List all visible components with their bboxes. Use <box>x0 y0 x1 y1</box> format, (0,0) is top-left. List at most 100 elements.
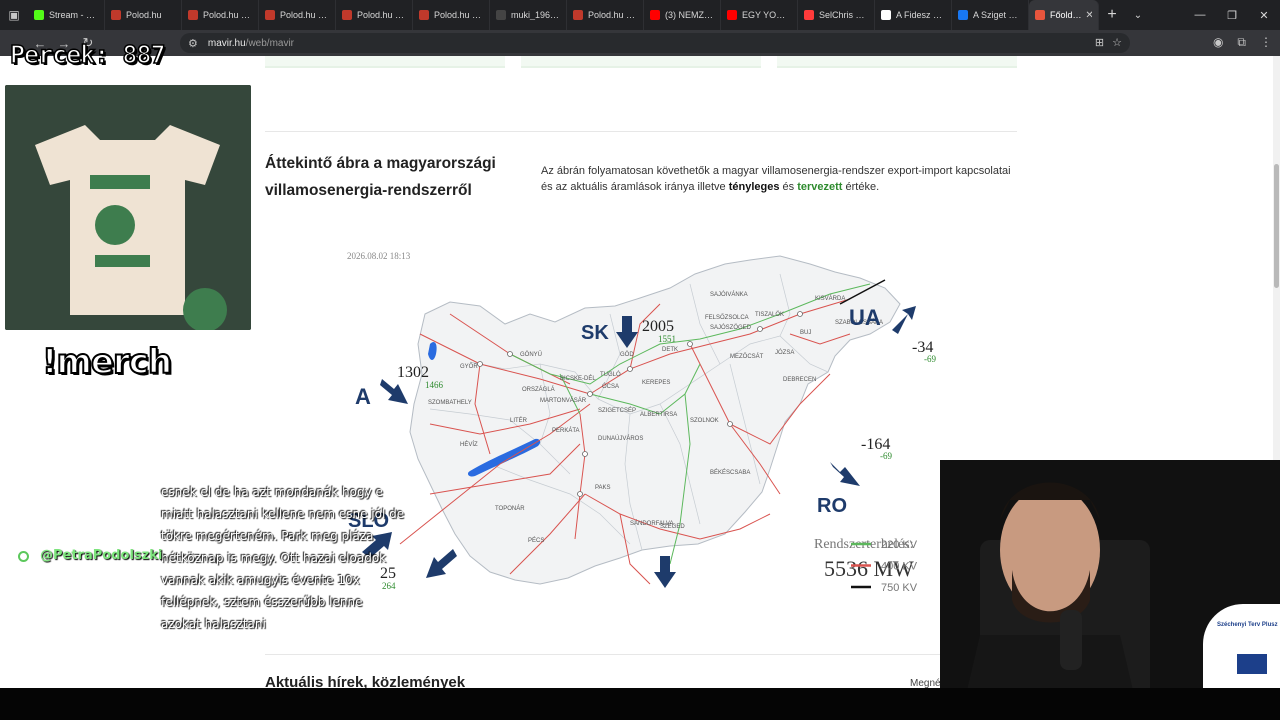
border-code-ua: UA <box>849 305 881 330</box>
tab-favicon-icon <box>342 10 352 20</box>
city-label: SZEGED <box>660 524 685 530</box>
description-actual: tényleges <box>728 181 780 193</box>
flow-actual-a: 1302 <box>397 364 429 381</box>
tab-favicon-icon <box>419 10 429 20</box>
flow-planned-sk: 1551 <box>658 334 676 344</box>
arrow-hr-icon <box>426 549 457 578</box>
city-label: GÖD <box>620 351 634 358</box>
city-label: DETK <box>662 347 678 353</box>
new-tab-icon[interactable]: + <box>1099 6 1125 24</box>
city-label: BUJ <box>800 330 811 336</box>
window-controls: — ❐ ✕ <box>1184 9 1280 22</box>
tab-label: A Fidesz képv <box>896 10 945 20</box>
eu-flag-icon <box>1237 654 1267 674</box>
tab-search-icon[interactable]: ▣ <box>0 0 28 30</box>
legend-label: 400 KV <box>881 561 918 573</box>
city-label: ORSZÁGLÁ <box>522 386 555 393</box>
tab-item[interactable]: EGY YOUTUB <box>721 0 798 30</box>
browser-tab-bar: ▣ Stream - Kick Polod.hu Polod.hu - SE Polo… <box>0 0 1280 30</box>
chat-badge-icon <box>18 551 29 562</box>
city-label: TOPONÁR <box>495 505 525 512</box>
logo-text: Széchenyi Terv Plusz <box>1217 622 1278 628</box>
description-planned: tervezett <box>797 181 843 193</box>
tab-label: muki_1969_3476 <box>511 10 560 20</box>
bottom-bar <box>0 688 1280 720</box>
tab-label: Polod.hu - M <box>434 10 483 20</box>
minimize-icon[interactable]: — <box>1184 9 1216 22</box>
divider <box>265 654 1017 655</box>
profile-icon[interactable]: ◉ <box>1213 35 1223 50</box>
divider <box>265 131 1017 132</box>
install-app-icon[interactable]: ⊞ <box>1095 36 1104 49</box>
bookmark-star-icon[interactable]: ☆ <box>1112 36 1122 49</box>
tab-label: Főoldal - M <box>1050 10 1086 20</box>
city-label: TUGLÓ <box>600 371 621 378</box>
tab-favicon-icon <box>111 10 121 20</box>
tab-label: Polod.hu - SE <box>203 10 252 20</box>
city-label: ALBERTIRSA <box>640 412 677 418</box>
screen: ▣ Stream - Kick Polod.hu Polod.hu - SE Polo… <box>0 0 1280 720</box>
flow-planned-ro: -69 <box>880 451 892 461</box>
tab-label: A Sziget nem <box>973 10 1022 20</box>
minutes-counter: Percek: 887 <box>9 39 166 70</box>
tab-item[interactable]: Stream - Kick <box>28 0 105 30</box>
restore-icon[interactable]: ❐ <box>1216 9 1248 22</box>
url-domain: mavir.hu <box>207 37 246 49</box>
tab-dropdown-icon[interactable]: ⌄ <box>1125 10 1151 21</box>
city-label: GYŐR <box>460 363 478 370</box>
description-and: és <box>779 181 798 193</box>
tab-favicon-icon <box>265 10 275 20</box>
extensions-icon[interactable]: ⧉ <box>1237 35 1246 50</box>
tab-item[interactable]: muki_1969_3476 <box>490 0 567 30</box>
tab-close-icon[interactable]: ✕ <box>1085 10 1092 21</box>
chat-username: @PetraPodolszki <box>40 548 163 563</box>
tab-label: Polod.hu <box>126 10 162 20</box>
tab-item[interactable]: A Fidesz képv <box>875 0 952 30</box>
szechenyi-logo: Széchenyi Terv Plusz <box>1203 604 1280 688</box>
city-label: PERKÁTA <box>552 427 580 434</box>
tab-item[interactable]: Polod.hu - M <box>259 0 336 30</box>
close-window-icon[interactable]: ✕ <box>1248 9 1280 22</box>
tab-item[interactable]: (3) NEMZHETI <box>644 0 721 30</box>
site-info-icon[interactable]: ⚙ <box>188 37 198 50</box>
menu-icon[interactable]: ⋮ <box>1260 35 1272 50</box>
city-label: KISVÁRDA <box>815 295 845 302</box>
description-end: értéke. <box>842 181 880 193</box>
city-label: MEZŐCSÁT <box>730 353 764 360</box>
tab-favicon-icon <box>804 10 814 20</box>
tab-label: Polod.hu - M <box>280 10 329 20</box>
flow-actual-sk: 2005 <box>642 318 674 335</box>
city-label: SZOLNOK <box>690 418 719 424</box>
city-label: KEREPES <box>642 380 670 386</box>
tab-item[interactable]: A Sziget nem <box>952 0 1029 30</box>
flow-planned-a: 1466 <box>425 380 444 390</box>
tab-favicon-icon <box>573 10 583 20</box>
tab-label: Polod.hu - SE <box>588 10 637 20</box>
url-path: /web/mavir <box>245 37 295 49</box>
city-label: JÓZSA <box>775 349 794 356</box>
card-row <box>265 56 1017 68</box>
flow-planned-ua: -69 <box>924 354 936 364</box>
tab-item[interactable]: Polod.hu - SE <box>567 0 644 30</box>
tab-label: (3) NEMZHETI <box>665 10 714 20</box>
tab-item[interactable]: SelChris elme <box>798 0 875 30</box>
border-code-a: A <box>355 384 371 409</box>
card[interactable] <box>777 56 1017 68</box>
tab-favicon-icon <box>496 10 506 20</box>
tab-list: Stream - Kick Polod.hu Polod.hu - SE Polod.… <box>28 0 1029 30</box>
card[interactable] <box>265 56 505 68</box>
tab-item[interactable]: Polod.hu - SE <box>182 0 259 30</box>
legend-label: 220 KV <box>881 539 918 551</box>
scrollbar-thumb[interactable] <box>1274 164 1279 288</box>
tab-active[interactable]: Főoldal - M ✕ <box>1029 0 1099 30</box>
tab-item[interactable]: Polod.hu <box>105 0 182 30</box>
card[interactable] <box>521 56 761 68</box>
tab-item[interactable]: Polod.hu - M <box>413 0 490 30</box>
section-title: Áttekintő ábra a magyarországi villamose… <box>265 155 496 199</box>
legend-label: 750 KV <box>881 582 918 594</box>
tab-favicon-icon <box>958 10 968 20</box>
browser-toolbar: ← → ↻ ⚙ mavir.hu /web/mavir ⊞ ☆ ◉ ⧉ ⋮ <box>0 30 1280 56</box>
address-bar[interactable]: ⚙ mavir.hu /web/mavir ⊞ ☆ <box>180 33 1130 53</box>
tab-item[interactable]: Polod.hu - M <box>336 0 413 30</box>
tab-label: EGY YOUTUB <box>742 10 791 20</box>
